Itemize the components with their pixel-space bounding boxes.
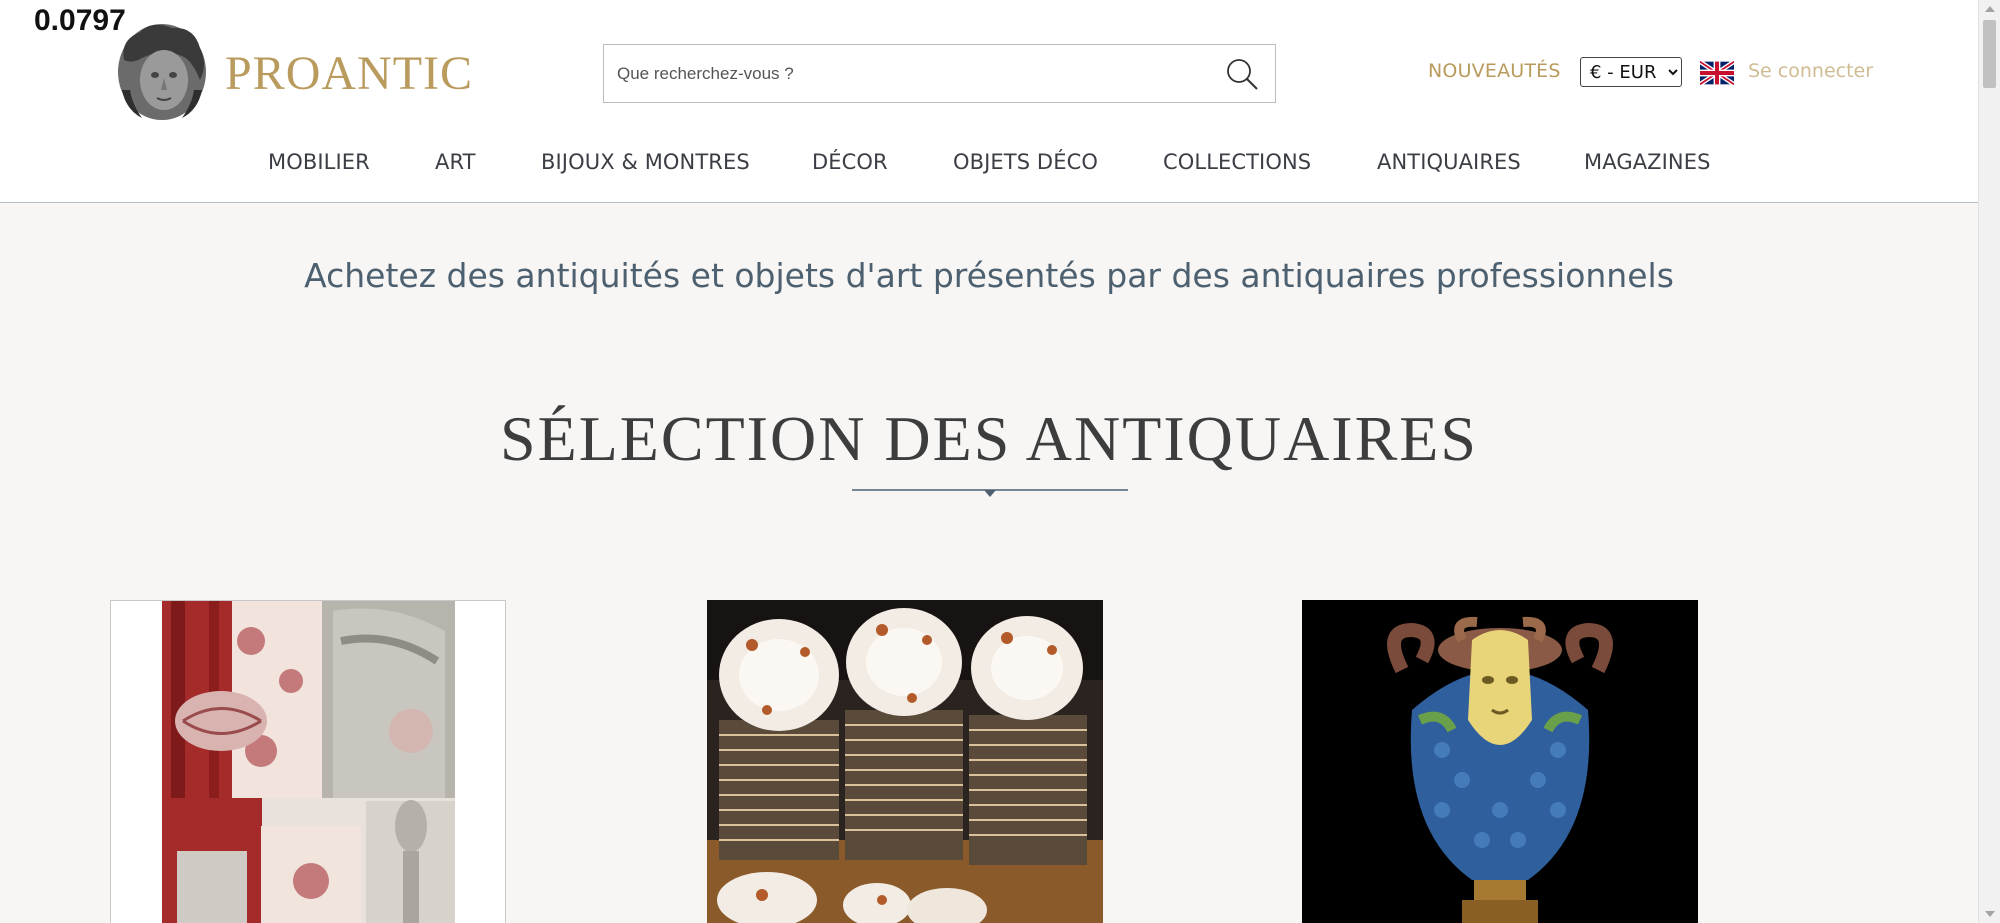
currency-select[interactable]: € - EUR <box>1580 57 1682 87</box>
scrollbar-thumb[interactable] <box>1983 20 1996 88</box>
nav-item-art[interactable]: ART <box>435 150 476 174</box>
scroll-down-icon[interactable] <box>1985 911 1995 917</box>
product-image-plates[interactable] <box>707 600 1103 923</box>
product-image-toile[interactable] <box>111 601 505 923</box>
title-divider <box>852 489 1128 497</box>
login-link[interactable]: Se connecter <box>1748 60 1873 82</box>
section-title: SÉLECTION DES ANTIQUAIRES <box>500 403 1478 474</box>
hero-tagline: Achetez des antiquités et objets d'art p… <box>304 256 1674 295</box>
nav-item-antiquaires[interactable]: ANTIQUAIRES <box>1377 150 1521 174</box>
site-header: 0.0797 PROANTIC NOUVEAUTÉS € - EUR Se co… <box>0 0 1978 203</box>
nav-item-decor[interactable]: DÉCOR <box>812 150 888 174</box>
product-image-vase[interactable] <box>1302 600 1698 923</box>
search-icon[interactable] <box>1225 57 1259 91</box>
nav-item-bijoux-montres[interactable]: BIJOUX & MONTRES <box>541 150 750 174</box>
nav-item-mobilier[interactable]: MOBILIER <box>268 150 370 174</box>
product-card-toile-bedroom[interactable] <box>110 600 506 923</box>
page-scrollbar[interactable] <box>1978 0 2000 923</box>
overlay-value: 0.0797 <box>34 4 126 37</box>
nav-item-collections[interactable]: COLLECTIONS <box>1163 150 1311 174</box>
logo-wordmark[interactable]: PROANTIC <box>225 46 473 101</box>
logo-bust-icon[interactable] <box>112 20 212 124</box>
nav-item-objets-deco[interactable]: OBJETS DÉCO <box>953 150 1098 174</box>
scroll-up-icon[interactable] <box>1985 6 1995 12</box>
uk-flag-icon[interactable] <box>1700 61 1734 85</box>
product-card-porcelain-plates[interactable] <box>707 600 1103 923</box>
main-nav: MOBILIER ART BIJOUX & MONTRES DÉCOR OBJE… <box>0 150 1978 180</box>
nav-item-magazines[interactable]: MAGAZINES <box>1584 150 1711 174</box>
product-card-majolica-vase[interactable] <box>1302 600 1698 923</box>
nouveautes-link[interactable]: NOUVEAUTÉS <box>1428 60 1561 82</box>
search-box <box>603 44 1276 103</box>
search-input[interactable] <box>604 45 1204 102</box>
